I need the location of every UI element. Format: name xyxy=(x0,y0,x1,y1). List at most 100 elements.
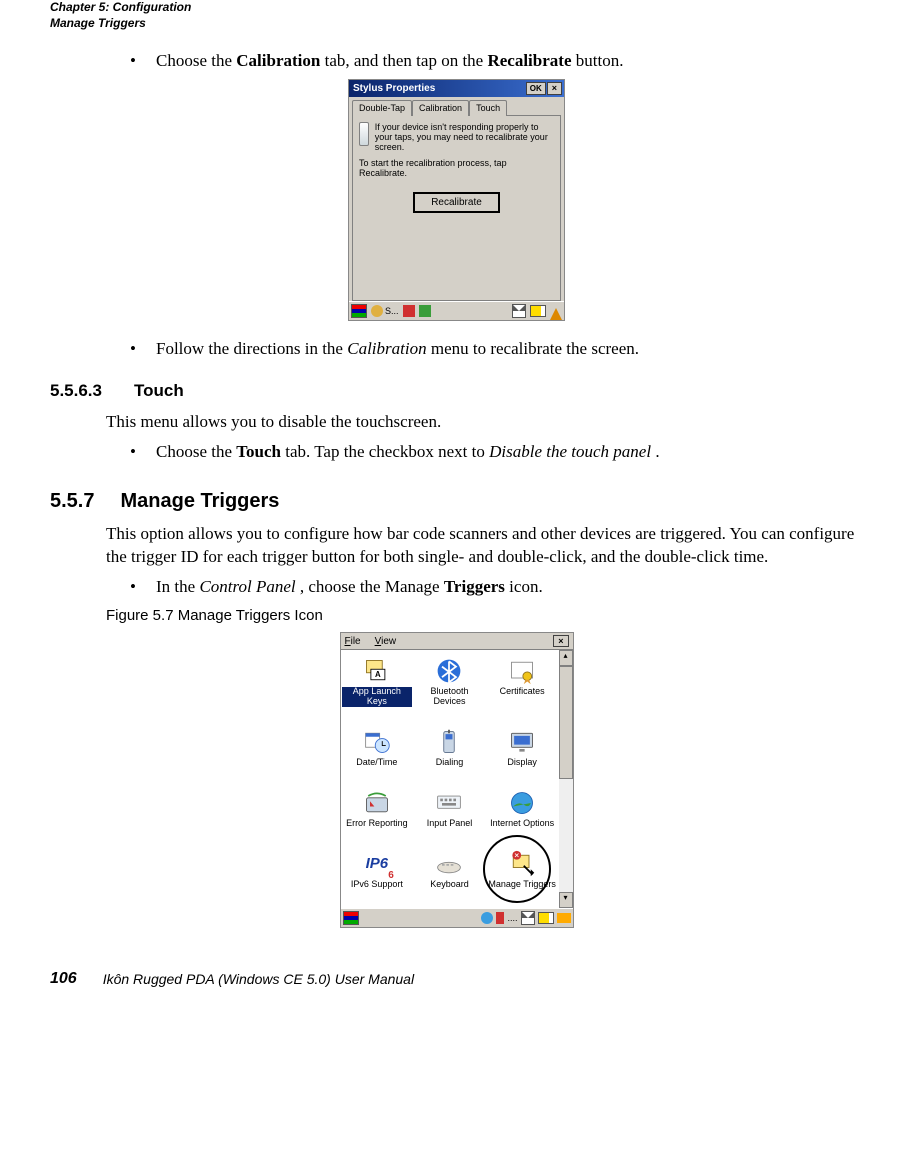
text: , choose the Manage xyxy=(300,577,444,596)
menubar: File View × xyxy=(341,633,573,650)
bullet-follow-directions: • Follow the directions in the Calibrati… xyxy=(130,339,863,359)
flag-green-icon[interactable] xyxy=(419,305,431,317)
manage-triggers-body: This option allows you to configure how … xyxy=(106,523,863,569)
text: In the xyxy=(156,577,199,596)
page-header: Chapter 5: Configuration Manage Triggers xyxy=(50,0,863,31)
globe-icon[interactable] xyxy=(481,912,493,924)
titlebar: Stylus Properties OK × xyxy=(349,80,564,97)
manage-triggers-icon xyxy=(507,849,537,879)
menu-file[interactable]: File xyxy=(345,636,361,647)
cp-label: Error Reporting xyxy=(342,819,413,829)
pda-icon xyxy=(359,122,369,146)
task-label[interactable]: S... xyxy=(371,305,399,317)
cp-error-reporting[interactable]: Error Reporting xyxy=(341,786,414,847)
bullet-dot-icon: • xyxy=(130,51,156,71)
icon-grid: A App Launch Keys Bluetooth Devices xyxy=(341,650,559,908)
input-panel-icon xyxy=(434,788,464,818)
menu-file-rest: ile xyxy=(351,636,361,647)
cp-label: Bluetooth Devices xyxy=(414,687,485,707)
menu-view-rest: iew xyxy=(381,636,396,647)
page-number: 106 xyxy=(50,970,77,988)
ipv6-icon: IP6 6 xyxy=(362,849,392,879)
text: Choose the xyxy=(156,51,236,70)
section-number: 5.5.6.3 xyxy=(50,381,102,401)
date-time-icon xyxy=(362,727,392,757)
calibration-bold: Calibration xyxy=(236,51,320,70)
start-flag-icon[interactable] xyxy=(351,304,367,318)
cp-display[interactable]: Display xyxy=(486,725,559,786)
tray-icon[interactable] xyxy=(557,913,571,923)
taskbar: S... xyxy=(349,301,564,320)
cp-label: Internet Options xyxy=(487,819,558,829)
menu-view[interactable]: View xyxy=(375,636,397,647)
triggers-bold: Triggers xyxy=(444,577,505,596)
start-flag-icon[interactable] xyxy=(343,911,359,925)
cp-input-panel[interactable]: Input Panel xyxy=(413,786,486,847)
tab-calibration[interactable]: Calibration xyxy=(412,100,469,116)
scroll-up-button[interactable]: ▴ xyxy=(559,650,573,666)
close-button[interactable]: × xyxy=(547,82,562,95)
tabs: Double-Tap Calibration Touch xyxy=(352,100,561,116)
flag-red-icon[interactable] xyxy=(403,305,415,317)
battery-icon[interactable] xyxy=(538,912,554,924)
keyboard-icon xyxy=(434,849,464,879)
bullet-dot-icon: • xyxy=(130,339,156,359)
cp-certificates[interactable]: Certificates xyxy=(486,654,559,725)
cp-label: Manage Triggers xyxy=(487,880,558,890)
stylus-pencil-icon[interactable] xyxy=(550,302,562,320)
scroll-thumb[interactable] xyxy=(559,666,573,779)
ok-button[interactable]: OK xyxy=(526,82,546,95)
cp-keyboard[interactable]: Keyboard xyxy=(413,847,486,908)
calibration-em: Calibration xyxy=(347,339,426,358)
cp-date-time[interactable]: Date/Time xyxy=(341,725,414,786)
calibration-message-2: To start the recalibration process, tap … xyxy=(359,158,554,178)
close-button[interactable]: × xyxy=(553,635,568,647)
bullet-choose-touch: • Choose the Touch tab. Tap the checkbox… xyxy=(130,442,863,462)
cp-label: Keyboard xyxy=(414,880,485,890)
cp-label: Date/Time xyxy=(342,758,413,768)
mail-icon[interactable] xyxy=(512,304,526,318)
page-footer: 106 Ikôn Rugged PDA (Windows CE 5.0) Use… xyxy=(50,970,863,988)
scroll-down-button[interactable]: ▾ xyxy=(559,892,573,908)
chapter-line: Chapter 5: Configuration xyxy=(50,0,863,16)
battery-icon[interactable] xyxy=(530,305,546,317)
mail-icon[interactable] xyxy=(521,911,535,925)
tab-double-tap[interactable]: Double-Tap xyxy=(352,100,412,116)
signal-icon[interactable] xyxy=(496,912,504,924)
text: menu to recalibrate the screen. xyxy=(431,339,639,358)
scrollbar[interactable]: ▴ ▾ xyxy=(559,650,573,908)
task-icon xyxy=(371,305,383,317)
section-title: Manage Triggers xyxy=(120,490,279,513)
cp-ipv6-support[interactable]: IP6 6 IPv6 Support xyxy=(341,847,414,908)
text: icon. xyxy=(509,577,543,596)
svg-text:A: A xyxy=(375,670,381,679)
disable-touch-em: Disable the touch panel xyxy=(489,442,651,461)
text: . xyxy=(655,442,659,461)
recalibrate-bold: Recalibrate xyxy=(487,51,571,70)
cp-dialing[interactable]: Dialing xyxy=(413,725,486,786)
text: Follow the directions in the xyxy=(156,339,347,358)
dots-icon: .... xyxy=(507,913,517,923)
ipv6-text: IP6 xyxy=(366,856,389,873)
section-number: 5.5.7 xyxy=(50,490,94,513)
cp-label: Certificates xyxy=(487,687,558,697)
text: tab, and then tap on the xyxy=(325,51,488,70)
cp-manage-triggers[interactable]: Manage Triggers xyxy=(486,847,559,908)
cp-internet-options[interactable]: Internet Options xyxy=(486,786,559,847)
tab-touch[interactable]: Touch xyxy=(469,100,507,116)
cp-bluetooth-devices[interactable]: Bluetooth Devices xyxy=(413,654,486,725)
cp-app-launch-keys[interactable]: A App Launch Keys xyxy=(341,654,414,725)
tab-panel-calibration: If your device isn't responding properly… xyxy=(352,115,561,301)
app-launch-keys-icon: A xyxy=(362,656,392,686)
stylus-properties-window: Stylus Properties OK × Double-Tap Calibr… xyxy=(348,79,565,321)
task-text: S... xyxy=(385,306,399,316)
touch-body: This menu allows you to disable the touc… xyxy=(106,411,863,434)
window-title: Stylus Properties xyxy=(351,83,435,94)
recalibrate-button[interactable]: Recalibrate xyxy=(413,192,500,213)
touch-bold: Touch xyxy=(236,442,281,461)
taskbar: .... xyxy=(341,908,573,927)
text: button. xyxy=(576,51,624,70)
scroll-track[interactable] xyxy=(559,666,573,892)
error-reporting-icon xyxy=(362,788,392,818)
dialing-icon xyxy=(434,727,464,757)
